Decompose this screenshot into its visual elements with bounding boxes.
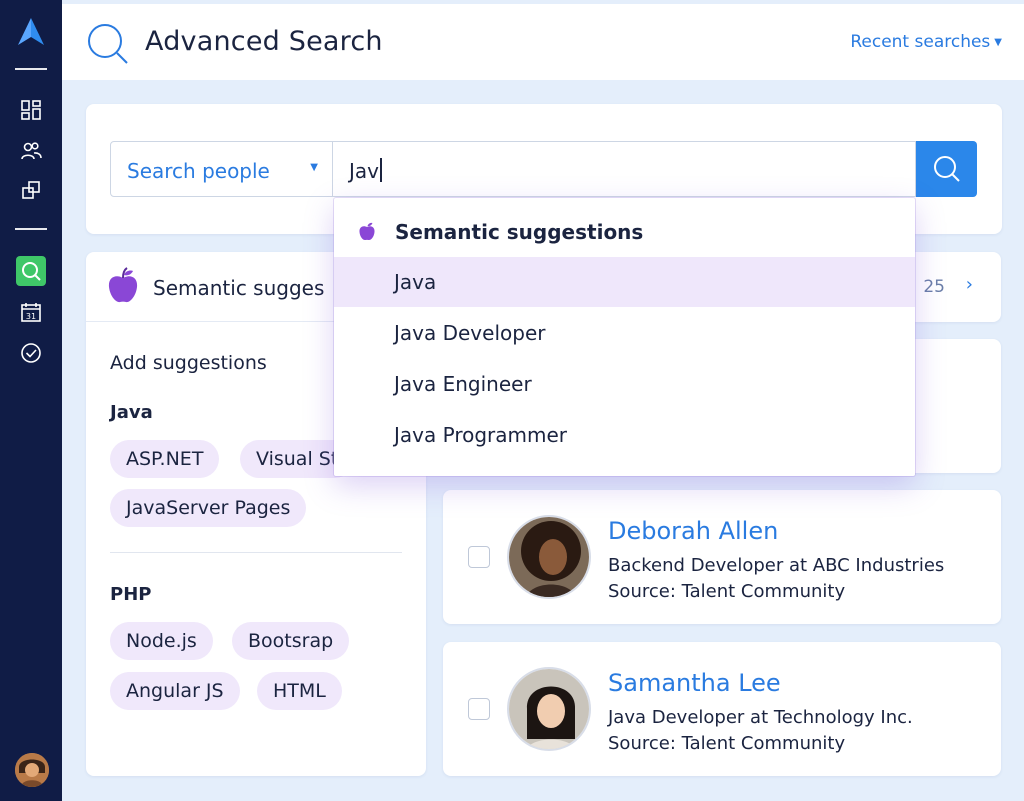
suggestion-chip[interactable]: JavaServer Pages xyxy=(110,489,307,527)
sidebar-divider xyxy=(15,228,47,230)
search-icon xyxy=(933,156,960,182)
people-icon[interactable] xyxy=(18,138,44,164)
sidebar: 31 xyxy=(0,0,62,801)
candidate-card[interactable]: Samantha Lee Java Developer at Technolog… xyxy=(443,642,1001,776)
search-button[interactable] xyxy=(916,141,977,197)
suggestion-chip[interactable]: Bootsrap xyxy=(232,622,350,660)
caret-down-icon: ▼ xyxy=(994,37,1002,48)
dashboard-icon[interactable] xyxy=(18,97,44,123)
search-type-label: Search people xyxy=(127,159,270,183)
group-title-php: PHP xyxy=(110,584,152,605)
suggestion-chip[interactable]: HTML xyxy=(257,672,342,710)
candidate-name[interactable]: Deborah Allen xyxy=(608,517,778,545)
candidate-role: Java Developer at Technology Inc. xyxy=(608,707,913,728)
candidate-source: Source: Talent Community xyxy=(608,733,846,754)
sidebar-divider xyxy=(15,68,47,70)
caret-down-icon: ▼ xyxy=(310,162,318,173)
search-query-text: Jav xyxy=(349,158,382,183)
suggestion-option[interactable]: Java Developer xyxy=(334,308,915,358)
candidate-avatar xyxy=(507,515,591,599)
candidate-checkbox[interactable] xyxy=(468,698,490,720)
candidate-checkbox[interactable] xyxy=(468,546,490,568)
candidate-avatar xyxy=(507,667,591,751)
panel-title: Semantic sugges xyxy=(153,276,325,300)
dropdown-header: Semantic suggestions xyxy=(334,208,915,256)
calendar-icon[interactable]: 31 xyxy=(18,299,44,325)
dropdown-title: Semantic suggestions xyxy=(395,220,644,244)
search-type-select[interactable]: Search people ▼ xyxy=(110,141,333,197)
page-header: Advanced Search Recent searches ▼ xyxy=(62,4,1024,80)
suggestion-chip[interactable]: Angular JS xyxy=(110,672,240,710)
apple-icon xyxy=(358,221,376,241)
search-icon[interactable] xyxy=(16,256,46,286)
search-icon xyxy=(84,20,130,66)
page-title: Advanced Search xyxy=(145,26,383,57)
candidate-card[interactable]: Deborah Allen Backend Developer at ABC I… xyxy=(443,490,1001,624)
app-logo[interactable] xyxy=(15,16,47,48)
candidate-role: Backend Developer at ABC Industries xyxy=(608,555,945,576)
group-divider xyxy=(110,552,402,553)
results-count: 25 xyxy=(923,277,945,297)
svg-text:31: 31 xyxy=(26,312,36,321)
suggestion-chip[interactable]: Node.js xyxy=(110,622,213,660)
recent-searches-dropdown[interactable]: Recent searches ▼ xyxy=(850,32,1002,52)
chevron-right-icon[interactable]: › xyxy=(966,274,973,295)
suggestion-chip[interactable]: ASP.NET xyxy=(110,440,220,478)
suggestion-option[interactable]: Java xyxy=(334,257,915,307)
autocomplete-dropdown: Semantic suggestions Java Java Developer… xyxy=(334,198,915,476)
candidate-name[interactable]: Samantha Lee xyxy=(608,669,781,697)
add-suggestions-label: Add suggestions xyxy=(110,352,267,374)
tasks-check-icon[interactable] xyxy=(18,340,44,366)
suggestion-option[interactable]: Java Programmer xyxy=(334,410,915,460)
user-avatar[interactable] xyxy=(15,753,49,787)
jobs-icon[interactable] xyxy=(18,177,44,203)
group-title-java: Java xyxy=(110,402,153,423)
apple-icon xyxy=(106,266,140,304)
candidate-source: Source: Talent Community xyxy=(608,581,846,602)
suggestion-option[interactable]: Java Engineer xyxy=(334,359,915,409)
search-input[interactable]: Jav xyxy=(333,141,916,197)
recent-searches-label: Recent searches xyxy=(850,32,991,52)
